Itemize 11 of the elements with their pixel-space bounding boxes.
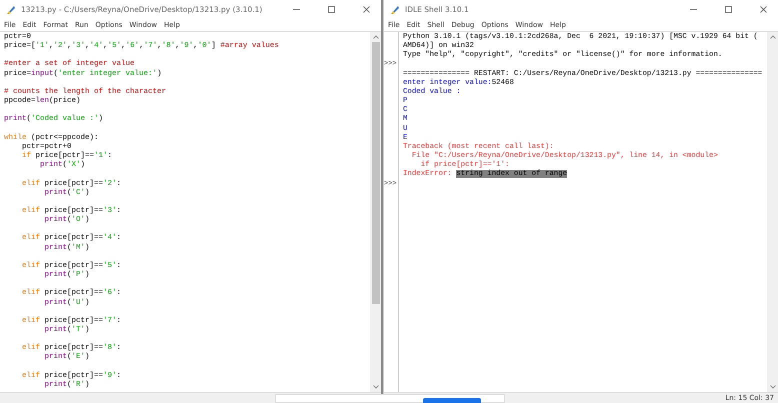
feather-icon [6, 4, 16, 14]
close-icon[interactable] [362, 5, 370, 14]
maximize-icon[interactable] [724, 5, 732, 14]
maximize-icon[interactable] [326, 5, 336, 14]
scroll-up-icon[interactable] [770, 35, 776, 39]
feather-icon [390, 4, 400, 14]
scroll-up-icon[interactable] [372, 35, 378, 39]
close-icon[interactable] [758, 5, 768, 14]
scroll-down-icon[interactable] [372, 385, 378, 389]
scrollbar-thumb[interactable] [372, 42, 380, 304]
scroll-down-icon[interactable] [770, 385, 776, 389]
